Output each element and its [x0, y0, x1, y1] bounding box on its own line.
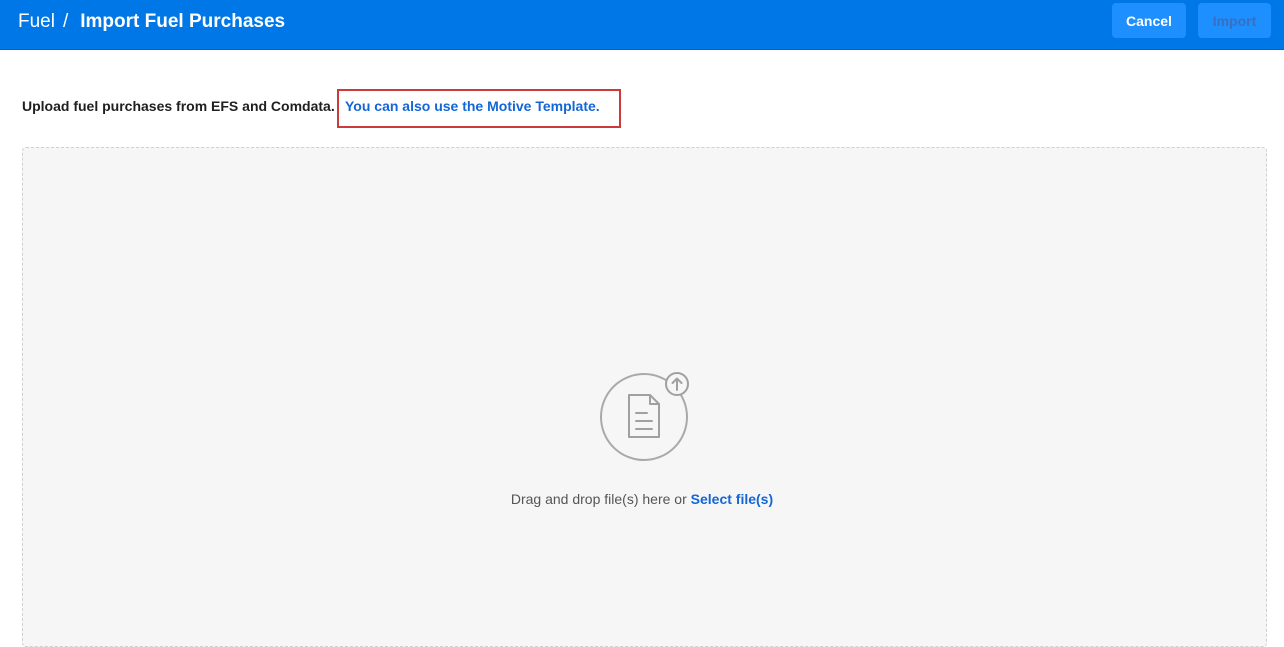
breadcrumb: Fuel / Import Fuel Purchases [18, 10, 285, 34]
document-icon [628, 394, 660, 438]
breadcrumb-fuel-link[interactable]: Fuel [18, 11, 55, 33]
file-upload-icon[interactable] [598, 371, 690, 463]
dropzone-instructions: Drag and drop file(s) here or Select fil… [0, 491, 1284, 507]
breadcrumb-separator: / [62, 11, 69, 32]
dropzone-text: Drag and drop file(s) here or [510, 491, 687, 507]
motive-template-link[interactable]: You can also use the Motive Template. [345, 98, 600, 114]
cancel-button[interactable]: Cancel [1112, 3, 1186, 38]
import-button[interactable]: Import [1198, 3, 1271, 38]
page-title: Import Fuel Purchases [80, 11, 286, 32]
arrow-up-icon [665, 372, 689, 396]
top-header-bar: Fuel / Import Fuel Purchases Cancel Impo… [0, 0, 1284, 50]
upload-instructions: Upload fuel purchases from EFS and Comda… [22, 98, 335, 114]
select-files-link[interactable]: Select file(s) [691, 491, 773, 507]
